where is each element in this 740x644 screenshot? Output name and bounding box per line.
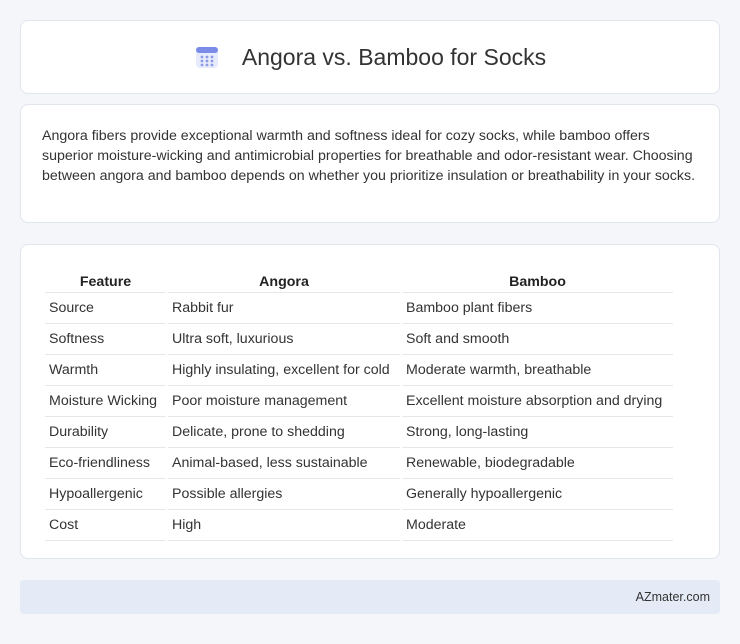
feature-cell: Eco-friendliness [45,448,166,479]
angora-cell: Delicate, prone to shedding [168,417,400,448]
bamboo-cell: Moderate [402,510,673,541]
header-angora: Angora [168,269,400,293]
angora-cell: Possible allergies [168,479,400,510]
header-feature: Feature [45,269,166,293]
calendar-icon [195,47,218,68]
feature-cell: Softness [45,324,166,355]
title-card: Angora vs. Bamboo for Socks [20,20,720,94]
feature-cell: Warmth [45,355,166,386]
table-row: Cost High Moderate [45,510,673,541]
angora-cell: Ultra soft, luxurious [168,324,400,355]
feature-cell: Cost [45,510,166,541]
bamboo-cell: Renewable, biodegradable [402,448,673,479]
intro-text: Angora fibers provide exceptional warmth… [42,128,696,184]
table-row: Softness Ultra soft, luxurious Soft and … [45,324,673,355]
page-title: Angora vs. Bamboo for Socks [241,43,547,70]
bamboo-cell: Strong, long-lasting [402,417,673,448]
bamboo-cell: Bamboo plant fibers [402,293,673,324]
bamboo-cell: Moderate warmth, breathable [402,355,673,386]
intro-card: Angora fibers provide exceptional warmth… [20,104,720,223]
header-bamboo: Bamboo [402,269,673,293]
bamboo-cell: Soft and smooth [402,324,673,355]
bamboo-cell: Excellent moisture absorption and drying [402,386,673,417]
feature-cell: Moisture Wicking [45,386,166,417]
footer-site-link[interactable]: AZmater.com [636,590,710,604]
footer: AZmater.com [20,580,720,614]
table-row: Durability Delicate, prone to shedding S… [45,417,673,448]
angora-cell: Poor moisture management [168,386,400,417]
table-row: Warmth Highly insulating, excellent for … [45,355,673,386]
comparison-card: Feature Angora Bamboo Source Rabbit fur … [20,244,720,559]
bamboo-cell: Generally hypoallergenic [402,479,673,510]
feature-cell: Source [45,293,166,324]
angora-cell: Animal-based, less sustainable [168,448,400,479]
comparison-table: Feature Angora Bamboo Source Rabbit fur … [43,269,675,541]
table-row: Hypoallergenic Possible allergies Genera… [45,479,673,510]
feature-cell: Durability [45,417,166,448]
table-row: Eco-friendliness Animal-based, less sust… [45,448,673,479]
table-row: Moisture Wicking Poor moisture managemen… [45,386,673,417]
table-row: Source Rabbit fur Bamboo plant fibers [45,293,673,324]
table-header-row: Feature Angora Bamboo [45,269,673,293]
angora-cell: Highly insulating, excellent for cold [168,355,400,386]
feature-cell: Hypoallergenic [45,479,166,510]
angora-cell: High [168,510,400,541]
angora-cell: Rabbit fur [168,293,400,324]
